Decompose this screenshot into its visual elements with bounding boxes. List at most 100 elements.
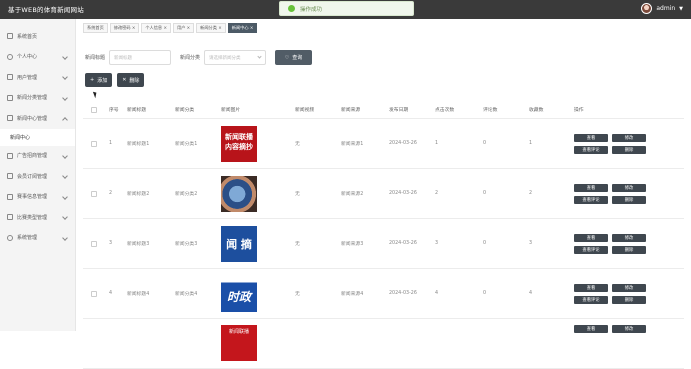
row-checkbox[interactable] xyxy=(91,190,97,197)
header-favorites: 收藏数 xyxy=(529,108,544,113)
grid-icon xyxy=(7,152,13,159)
cell-index: 4 xyxy=(109,291,113,296)
view-comments-button[interactable]: 查看评论 xyxy=(574,245,608,254)
row-actions: 查看 修改 查看评论 删除 xyxy=(574,133,646,154)
edit-button[interactable]: 修改 xyxy=(612,283,646,292)
row-checkbox[interactable] xyxy=(91,290,97,297)
delete-row-button[interactable]: 删除 xyxy=(612,145,646,154)
user-menu[interactable]: admin ▼ xyxy=(641,3,683,14)
sidebar-item-events[interactable]: 赛事信息管理 xyxy=(0,187,75,208)
sidebar-item-label: 用户管理 xyxy=(17,74,38,81)
table-row: 1 新闻标题1 新闻分类1 新闻联播 内容摘抄 无 新闻来源1 2024-03-… xyxy=(83,119,684,169)
tab-change-password[interactable]: 修改密码 × xyxy=(109,23,140,33)
cell-source: 新闻来源4 xyxy=(341,292,364,297)
row-checkbox[interactable] xyxy=(91,240,97,247)
sidebar-item-label: 系统首页 xyxy=(17,33,38,40)
cell-video: 无 xyxy=(295,192,300,197)
row-actions: 查看 修改 查看评论 删除 xyxy=(574,183,646,204)
category-filter-label: 新闻分类 xyxy=(180,55,201,61)
edit-button[interactable]: 修改 xyxy=(612,183,646,192)
sidebar-item-subscriptions[interactable]: 会员订阅管理 xyxy=(0,166,75,187)
header-image: 新闻图片 xyxy=(221,108,241,113)
users-icon xyxy=(7,74,13,81)
cell-comments: 0 xyxy=(483,141,487,146)
row-checkbox[interactable] xyxy=(91,140,97,147)
view-button[interactable]: 查看 xyxy=(574,325,608,333)
sidebar-subitem-news-center[interactable]: 新闻中心 xyxy=(0,128,75,146)
delete-button-label: 删除 xyxy=(129,77,140,84)
view-comments-button[interactable]: 查看评论 xyxy=(574,295,608,304)
cell-source: 新闻来源1 xyxy=(341,142,364,147)
category-select[interactable]: 请选择新闻分类 xyxy=(204,50,267,65)
cell-source: 新闻来源2 xyxy=(341,192,364,197)
tab-news-center[interactable]: 新闻中心 × xyxy=(227,23,258,33)
sidebar-item-home[interactable]: 系统首页 xyxy=(0,26,75,47)
table-header: 序号 新闻标题 新闻分类 新闻图片 新闻视频 新闻来源 发布日期 点击次数 评论… xyxy=(83,101,684,119)
delete-button[interactable]: ✕ 删除 xyxy=(117,73,145,87)
news-thumbnail xyxy=(221,175,257,212)
sidebar-item-ads[interactable]: 广告招商管理 xyxy=(0,146,75,167)
view-comments-button[interactable]: 查看评论 xyxy=(574,195,608,204)
cell-video: 无 xyxy=(295,242,300,247)
chevron-down-icon: ▼ xyxy=(679,5,683,12)
view-comments-button[interactable]: 查看评论 xyxy=(574,145,608,154)
tab-news-category[interactable]: 新闻分类 × xyxy=(196,23,226,33)
sidebar-item-label: 新闻中心管理 xyxy=(17,115,48,122)
tab-profile[interactable]: 个人信息 × xyxy=(141,23,171,33)
cell-clicks: 2 xyxy=(435,191,439,196)
cell-clicks: 4 xyxy=(435,291,439,296)
query-button[interactable]: ♡ 查询 xyxy=(275,50,313,65)
mouse-cursor-icon xyxy=(92,90,99,99)
chevron-up-icon xyxy=(62,117,68,123)
delete-row-button[interactable]: 删除 xyxy=(612,245,646,254)
toolbar: + 添加 ✕ 删除 xyxy=(85,73,145,87)
news-thumbnail: 新闻联播 内容摘抄 xyxy=(221,125,257,162)
sidebar: 系统首页 个人中心 用户管理 新闻分类管理 新闻中心管理 新闻中心 广告招商管理… xyxy=(0,19,76,331)
sidebar-item-profile[interactable]: 个人中心 xyxy=(0,47,75,68)
view-button[interactable]: 查看 xyxy=(574,183,608,192)
plus-icon: + xyxy=(90,77,95,83)
news-table: 序号 新闻标题 新闻分类 新闻图片 新闻视频 新闻来源 发布日期 点击次数 评论… xyxy=(83,101,684,369)
row-actions: 查看 修改 查看评论 删除 xyxy=(574,233,646,254)
header-title: 新闻标题 xyxy=(127,108,147,113)
sidebar-item-news-center[interactable]: 新闻中心管理 xyxy=(0,108,75,129)
cell-index: 3 xyxy=(109,241,113,246)
title-search-input[interactable]: 新闻标题 xyxy=(109,50,172,65)
header-clicks: 点击次数 xyxy=(435,108,455,113)
grid-icon xyxy=(7,94,13,101)
edit-button[interactable]: 修改 xyxy=(612,133,646,142)
tab-users[interactable]: 用户 × xyxy=(172,23,195,33)
edit-button[interactable]: 修改 xyxy=(612,233,646,242)
header-category: 新闻分类 xyxy=(175,108,195,113)
delete-row-button[interactable]: 删除 xyxy=(612,295,646,304)
thumbnail-caption: 时政 xyxy=(226,290,251,304)
chevron-down-icon xyxy=(62,94,68,101)
thumbnail-caption: 新闻联播 内容摘抄 xyxy=(225,132,253,151)
username: admin xyxy=(656,5,676,12)
tab-home[interactable]: 系统首页 xyxy=(83,23,108,33)
header-video: 新闻视频 xyxy=(295,108,315,113)
header-comments: 评论数 xyxy=(483,108,498,113)
view-button[interactable]: 查看 xyxy=(574,283,608,292)
cell-title: 新闻标题1 xyxy=(127,142,150,147)
add-button[interactable]: + 添加 xyxy=(85,73,113,87)
sidebar-item-match-types[interactable]: 比赛类型管理 xyxy=(0,207,75,228)
row-actions: 查看 修改 查看评论 删除 xyxy=(574,283,646,304)
table-row: 新闻联播 查看 修改 xyxy=(83,319,684,369)
sidebar-item-news-category[interactable]: 新闻分类管理 xyxy=(0,88,75,109)
cell-category: 新闻分类1 xyxy=(175,142,198,147)
news-thumbnail: 闻 摘 xyxy=(221,225,257,262)
sidebar-item-users[interactable]: 用户管理 xyxy=(0,67,75,88)
cell-comments: 0 xyxy=(483,241,487,246)
header-date: 发布日期 xyxy=(389,108,409,113)
view-button[interactable]: 查看 xyxy=(574,233,608,242)
view-button[interactable]: 查看 xyxy=(574,133,608,142)
heart-icon: ♡ xyxy=(284,54,290,61)
select-all-checkbox[interactable] xyxy=(91,106,97,113)
delete-row-button[interactable]: 删除 xyxy=(612,195,646,204)
edit-button[interactable]: 修改 xyxy=(612,325,646,333)
cell-date: 2024-03-26 xyxy=(389,191,417,196)
title-filter-label: 新闻标题 xyxy=(85,55,106,61)
home-icon xyxy=(7,33,13,40)
sidebar-item-system[interactable]: 系统管理 xyxy=(0,228,75,249)
